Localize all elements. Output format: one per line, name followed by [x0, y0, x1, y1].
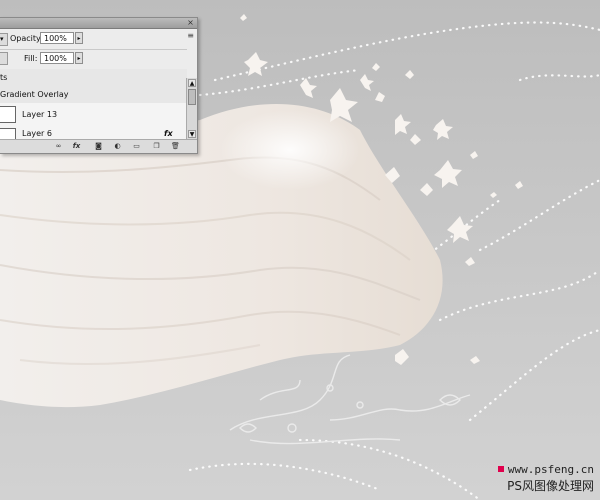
layer-row[interactable]: Layer 6 — [0, 125, 187, 140]
panel-scrollbar[interactable]: ▲ ▼ — [186, 78, 197, 139]
watermark: www.psfeng.cn PS风图像处理网 — [497, 458, 594, 494]
new-layer-icon[interactable]: ❐ — [152, 142, 161, 151]
opacity-row: ▾ Opacity: 100% ▸ — [0, 29, 187, 50]
opacity-field[interactable]: 100% — [40, 32, 74, 44]
layers-panel: × ≡ ▾ Opacity: 100% ▸ Fill: 100% ▸ ts Gr… — [0, 17, 198, 154]
watermark-site-name: PS风图像处理网 — [507, 479, 594, 493]
photoshop-canvas[interactable]: × ≡ ▾ Opacity: 100% ▸ Fill: 100% ▸ ts Gr… — [0, 0, 600, 500]
group-icon[interactable]: ▭ — [132, 142, 141, 151]
layer-thumbnail — [0, 106, 16, 123]
panel-toolbar: ∞ fx ◙ ◐ ▭ ❐ 🗑 — [0, 139, 197, 153]
panel-titlebar[interactable]: × — [0, 18, 197, 29]
gradient-overlay-label: Gradient Overlay — [0, 90, 69, 99]
watermark-dot — [497, 465, 504, 472]
watermark-url-line: www.psfeng.cn — [497, 458, 594, 477]
opacity-label: Opacity: — [10, 34, 43, 43]
scroll-up-icon[interactable]: ▲ — [188, 79, 196, 87]
lock-options-toggle[interactable] — [0, 52, 8, 65]
effects-row[interactable]: ts — [0, 69, 187, 87]
fill-label: Fill: — [24, 54, 38, 63]
layer-name: Layer 6 — [22, 129, 52, 138]
close-icon[interactable]: × — [186, 18, 195, 27]
scroll-thumb[interactable] — [188, 89, 196, 105]
watermark-url: www.psfeng.cn — [507, 463, 594, 476]
link-icon[interactable]: ∞ — [54, 142, 63, 151]
fx-icon[interactable]: fx — [164, 129, 173, 138]
adjustment-icon[interactable]: ◐ — [113, 142, 122, 151]
opacity-dropdown-arrow[interactable]: ▸ — [75, 32, 83, 44]
layer-name: Layer 13 — [22, 110, 58, 119]
fill-dropdown-arrow[interactable]: ▸ — [75, 52, 83, 64]
fx-icon[interactable]: fx — [72, 142, 81, 151]
scroll-down-icon[interactable]: ▼ — [188, 130, 196, 138]
trash-icon[interactable]: 🗑 — [171, 142, 180, 151]
mask-icon[interactable]: ◙ — [94, 142, 103, 151]
layer-row[interactable]: Layer 13 — [0, 103, 187, 126]
floral-ornament — [229, 354, 471, 445]
fill-field[interactable]: 100% — [40, 52, 74, 64]
effects-label: ts — [0, 73, 8, 82]
panel-menu-icon[interactable]: ≡ — [187, 31, 194, 40]
fill-row: Fill: 100% ▸ — [0, 49, 187, 70]
blend-mode-dropdown[interactable]: ▾ — [0, 33, 8, 46]
gradient-overlay-row[interactable]: Gradient Overlay — [0, 86, 187, 104]
